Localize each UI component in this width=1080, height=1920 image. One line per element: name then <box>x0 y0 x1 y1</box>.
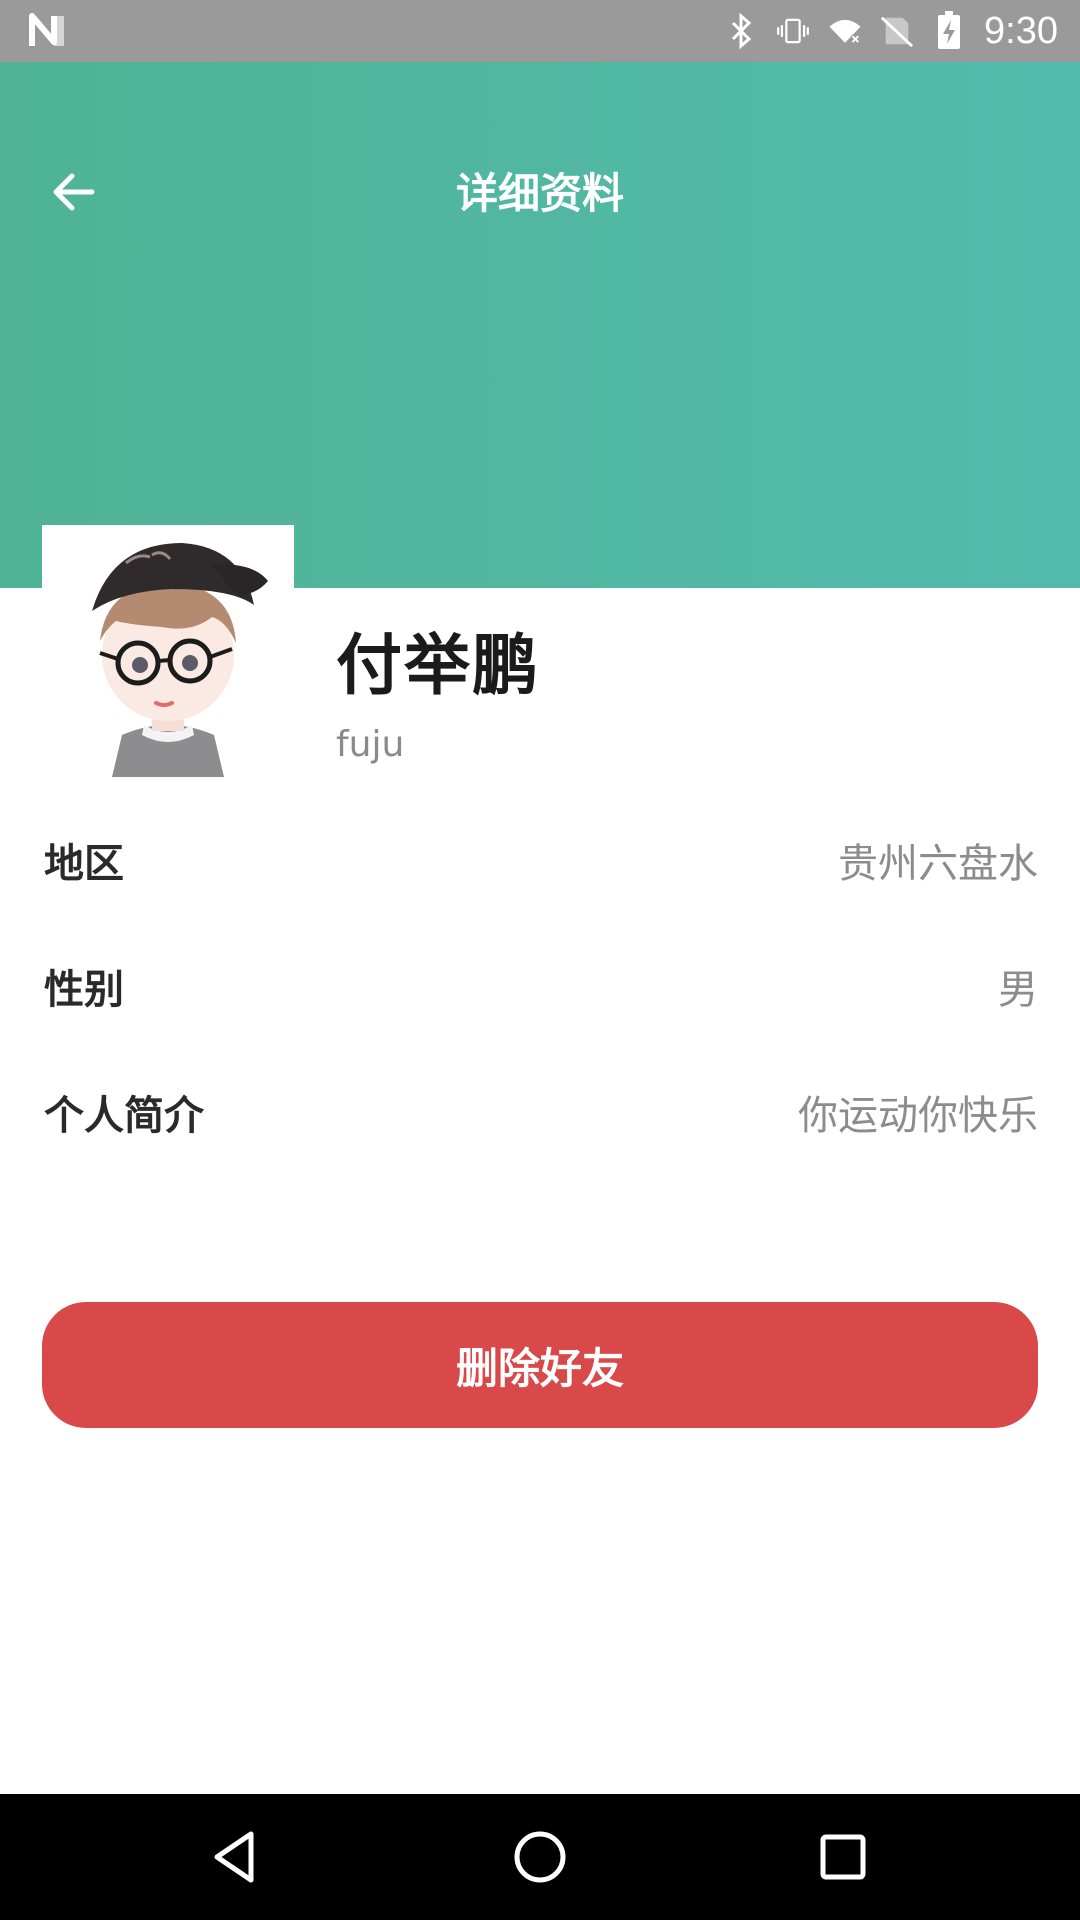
region-label: 地区 <box>44 841 124 887</box>
info-row-gender[interactable]: 性别 男 <box>44 956 1038 1016</box>
display-name: 付举鹏 <box>336 627 540 704</box>
status-time: 9:30 <box>984 9 1058 52</box>
profile-header: 详细资料 <box>0 62 1080 588</box>
bio-value: 你运动你快乐 <box>798 1093 1038 1139</box>
gender-value: 男 <box>998 967 1038 1013</box>
nav-recents-button[interactable] <box>810 1824 876 1890</box>
wifi-off-icon <box>828 12 862 50</box>
info-row-bio[interactable]: 个人简介 你运动你快乐 <box>44 1082 1038 1142</box>
vibrate-icon <box>776 12 810 50</box>
delete-friend-button[interactable]: 删除好友 <box>42 1302 1038 1428</box>
bluetooth-icon <box>724 12 758 50</box>
home-circle-icon <box>514 1831 566 1883</box>
recents-square-icon <box>820 1834 866 1880</box>
page-title: 详细资料 <box>455 169 624 218</box>
n-logo-icon <box>28 12 68 50</box>
info-row-region[interactable]: 地区 贵州六盘水 <box>44 830 1038 890</box>
status-bar: 9:30 <box>0 0 1080 62</box>
back-triangle-icon <box>214 1831 254 1883</box>
bio-label: 个人简介 <box>44 1093 204 1139</box>
no-sim-icon <box>880 12 914 50</box>
nav-home-button[interactable] <box>507 1824 573 1890</box>
region-value: 贵州六盘水 <box>838 841 1038 887</box>
avatar-illustration <box>42 525 294 777</box>
username: fuju <box>336 724 405 765</box>
nav-back-button[interactable] <box>203 1824 269 1890</box>
gender-label: 性别 <box>44 967 124 1013</box>
navigation-bar <box>0 1794 1080 1920</box>
avatar[interactable] <box>42 525 294 777</box>
battery-charging-icon <box>932 11 966 50</box>
